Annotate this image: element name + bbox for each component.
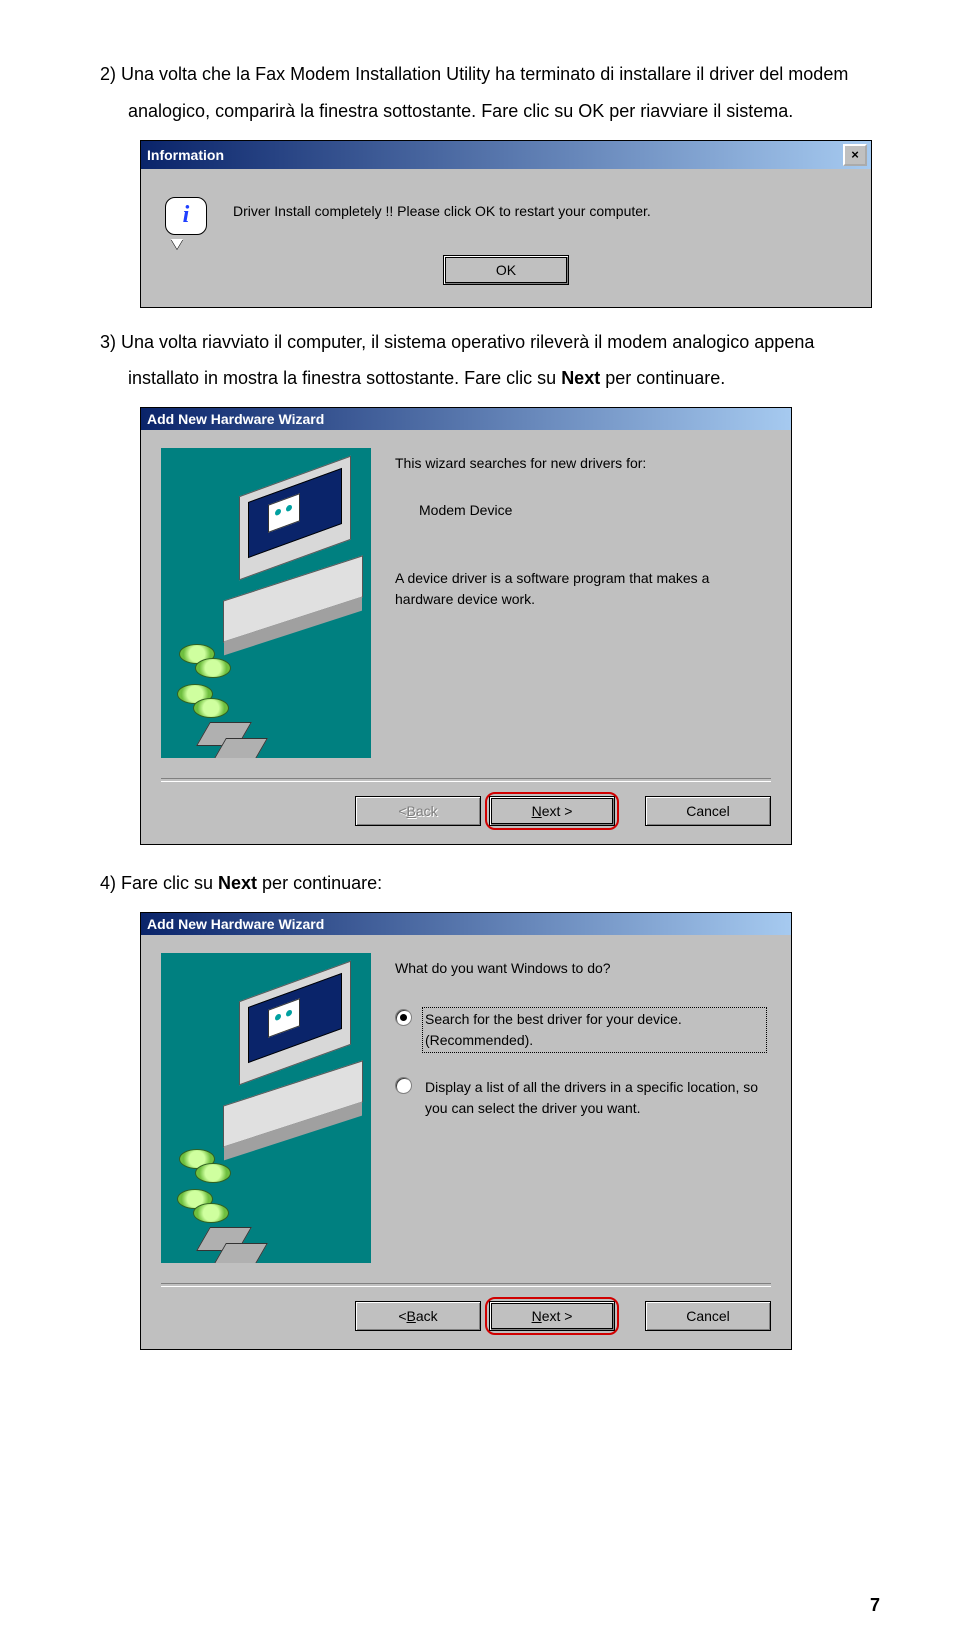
hardware-wizard-dialog-2: Add New Hardware Wizard What do you want…	[140, 912, 792, 1350]
disc-icon	[193, 1203, 229, 1223]
step-4-part-c: per continuare:	[257, 873, 382, 893]
wizard-1-titlebar: Add New Hardware Wizard	[141, 408, 791, 430]
step-4-next-keyword: Next	[218, 873, 257, 893]
disc-icon	[195, 1163, 231, 1183]
step-3-part-c: per continuare.	[600, 368, 725, 388]
step-4-text: 4) Fare clic su Next per continuare:	[100, 869, 880, 898]
wizard-1-device: Modem Device	[419, 502, 767, 518]
wizard-graphic	[161, 953, 371, 1263]
page-number: 7	[870, 1595, 880, 1616]
step-2-text-line-1: 2) Una volta che la Fax Modem Installati…	[100, 60, 880, 89]
close-icon[interactable]: ×	[843, 144, 867, 166]
back-button: < Back	[355, 796, 481, 826]
information-button-row: OK	[141, 251, 871, 307]
step-3-text-line-2: installato in mostra la finestra sottost…	[128, 364, 880, 393]
step-3-text-line-1: 3) Una volta riavviato il computer, il s…	[100, 328, 880, 357]
step-4-part-a: 4) Fare clic su	[100, 873, 218, 893]
step-3-part-a: installato in mostra la finestra sottost…	[128, 368, 561, 388]
step-3-next-keyword: Next	[561, 368, 600, 388]
info-icon: i	[165, 197, 209, 241]
monitor-icon	[239, 961, 351, 1086]
wizard-2-titlebar: Add New Hardware Wizard	[141, 913, 791, 935]
information-titlebar: Information ×	[141, 141, 871, 169]
radio-option-2-label: Display a list of all the drivers in a s…	[422, 1075, 767, 1121]
document-page: 2) Una volta che la Fax Modem Installati…	[0, 0, 960, 1646]
next-button[interactable]: Next >	[489, 796, 615, 826]
wizard-1-button-row: < Back Next > Cancel	[141, 782, 791, 844]
wizard-2-content: What do you want Windows to do? Search f…	[371, 935, 791, 1263]
next-button-highlight: Next >	[489, 1301, 615, 1331]
ok-button[interactable]: OK	[443, 255, 569, 285]
monitor-icon	[239, 456, 351, 581]
step-2-text-line-2: analogico, comparirà la finestra sottost…	[128, 97, 880, 126]
wizard-1-description: A device driver is a software program th…	[395, 568, 767, 610]
radio-option-2[interactable]: Display a list of all the drivers in a s…	[395, 1075, 767, 1121]
back-button[interactable]: < Back	[355, 1301, 481, 1331]
next-button[interactable]: Next >	[489, 1301, 615, 1331]
next-button-highlight: Next >	[489, 796, 615, 826]
wizard-2-question: What do you want Windows to do?	[395, 959, 767, 979]
disc-icon	[195, 658, 231, 678]
information-dialog: Information × i Driver Install completel…	[140, 140, 872, 308]
wizard-2-body: What do you want Windows to do? Search f…	[141, 935, 791, 1263]
wizard-graphic	[161, 448, 371, 758]
wizard-2-title: Add New Hardware Wizard	[145, 916, 787, 932]
cancel-button[interactable]: Cancel	[645, 796, 771, 826]
wizard-1-body: This wizard searches for new drivers for…	[141, 430, 791, 758]
cancel-button[interactable]: Cancel	[645, 1301, 771, 1331]
wizard-1-content: This wizard searches for new drivers for…	[371, 430, 791, 758]
radio-option-1-label: Search for the best driver for your devi…	[422, 1007, 767, 1053]
information-body: i Driver Install completely !! Please cl…	[141, 169, 871, 251]
radio-option-1[interactable]: Search for the best driver for your devi…	[395, 1007, 767, 1053]
wizard-2-button-row: < Back Next > Cancel	[141, 1287, 791, 1349]
wizard-1-intro: This wizard searches for new drivers for…	[395, 454, 767, 474]
disc-icon	[193, 698, 229, 718]
information-message: Driver Install completely !! Please clic…	[233, 197, 651, 219]
radio-icon[interactable]	[395, 1009, 412, 1026]
wizard-1-title: Add New Hardware Wizard	[145, 411, 787, 427]
hardware-wizard-dialog-1: Add New Hardware Wizard This wizard sear…	[140, 407, 792, 845]
information-title: Information	[145, 147, 843, 163]
radio-icon[interactable]	[395, 1077, 412, 1094]
